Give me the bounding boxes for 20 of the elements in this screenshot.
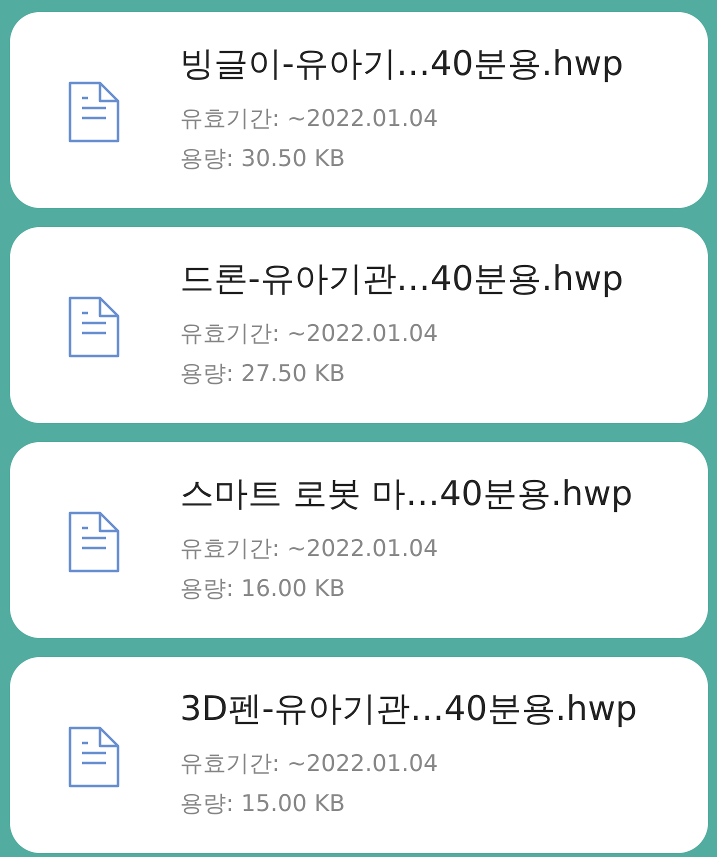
file-card[interactable]: 드론-유아기관…40분용.hwp 유효기간: ~2022.01.04 용량: 27.50 KB xyxy=(10,227,708,423)
file-card[interactable]: 3D펜-유아기관…40분용.hwp 유효기간: ~2022.01.04 용량: 15.00 KB xyxy=(10,657,708,853)
validity-date: 유효기간: ~2022.01.04 xyxy=(180,535,440,564)
document-icon xyxy=(68,511,120,573)
document-icon xyxy=(68,81,120,143)
validity-date: 유효기간: ~2022.01.04 xyxy=(180,105,440,134)
file-name: 드론-유아기관…40분용.hwp xyxy=(180,258,624,301)
file-size: 용량: 30.50 KB xyxy=(180,145,346,174)
file-size: 용량: 16.00 KB xyxy=(180,575,346,604)
validity-date: 유효기간: ~2022.01.04 xyxy=(180,750,440,779)
validity-date: 유효기간: ~2022.01.04 xyxy=(180,320,440,349)
file-name: 빙글이-유아기…40분용.hwp xyxy=(180,43,624,86)
file-card[interactable]: 스마트 로봇 마…40분용.hwp 유효기간: ~2022.01.04 용량: 16.00 KB xyxy=(10,442,708,638)
file-size: 용량: 27.50 KB xyxy=(180,360,346,389)
document-icon xyxy=(68,726,120,788)
file-name: 3D펜-유아기관…40분용.hwp xyxy=(180,688,638,731)
file-name: 스마트 로봇 마…40분용.hwp xyxy=(180,473,633,516)
file-size: 용량: 15.00 KB xyxy=(180,790,346,819)
file-card[interactable]: 빙글이-유아기…40분용.hwp 유효기간: ~2022.01.04 용량: 30.50 KB xyxy=(10,12,708,208)
document-icon xyxy=(68,296,120,358)
